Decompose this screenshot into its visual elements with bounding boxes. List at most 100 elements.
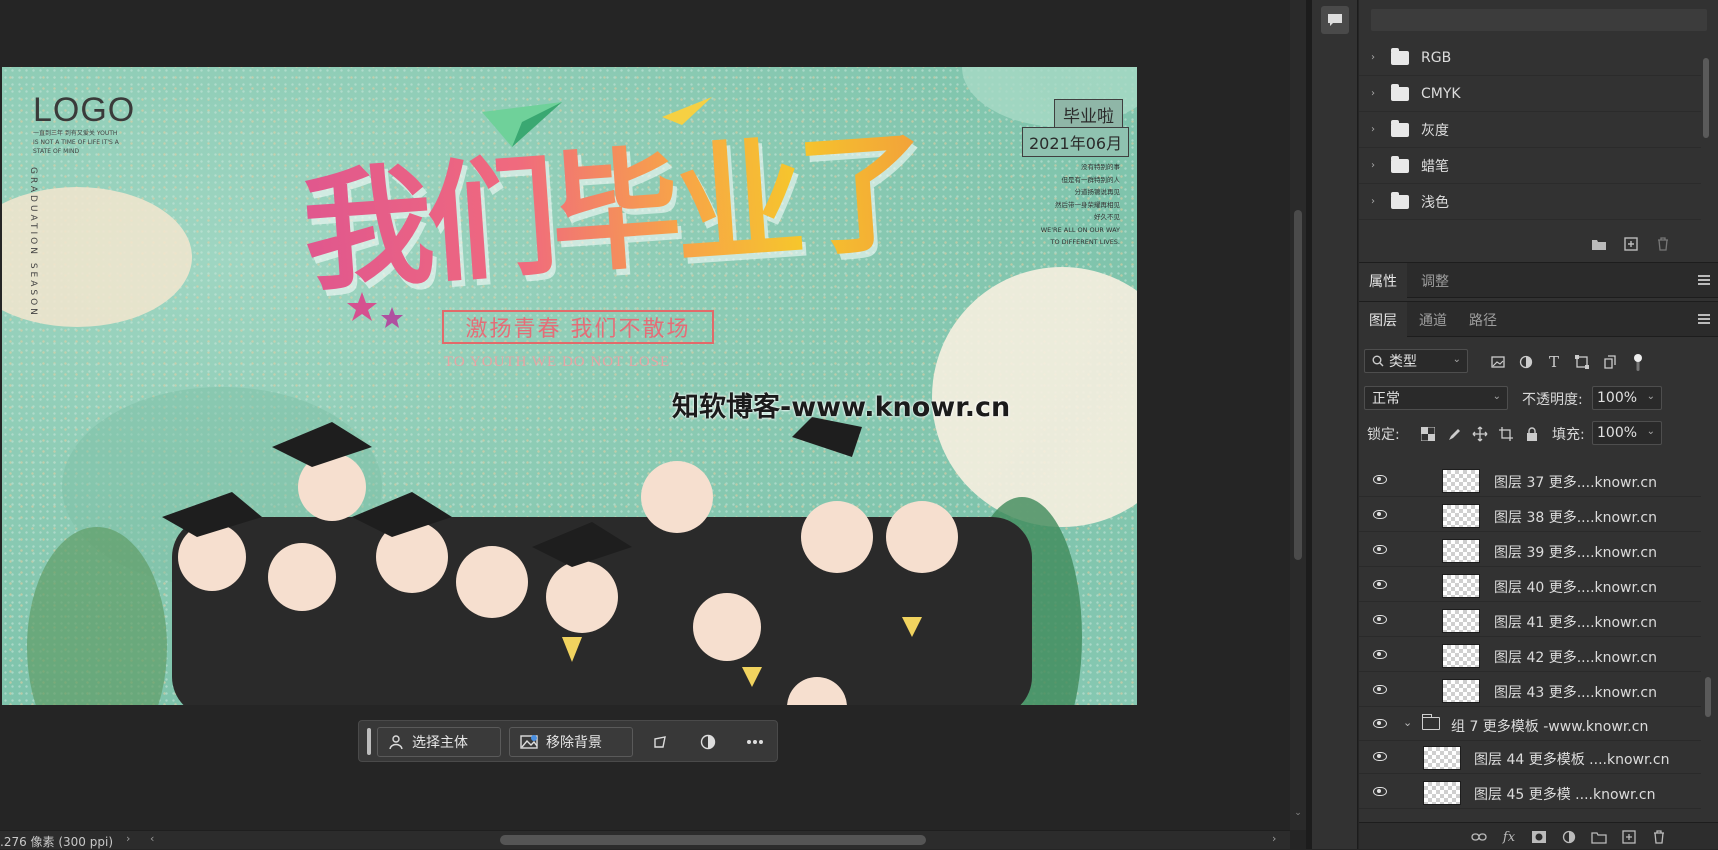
layer-row[interactable]: 图层 44 更多模板 ....knowr.cn (1359, 742, 1701, 774)
horizontal-scrollbar-thumb[interactable] (500, 835, 926, 845)
swatches-search-field[interactable] (1371, 9, 1707, 31)
chevron-right-icon[interactable]: › (1371, 196, 1379, 207)
transform-icon[interactable] (649, 731, 671, 753)
lock-all-icon[interactable] (1524, 426, 1540, 442)
panel-menu-icon[interactable] (1698, 275, 1710, 285)
visibility-eye-icon[interactable] (1373, 650, 1387, 659)
layer-row[interactable]: 图层 39 更多....knowr.cn (1359, 535, 1701, 567)
layer-row[interactable]: 图层 42 更多....knowr.cn (1359, 640, 1701, 672)
scroll-down-icon[interactable]: ⌄ (1293, 808, 1303, 818)
visibility-eye-icon[interactable] (1373, 475, 1387, 484)
layer-name[interactable]: 图层 45 更多模 ....knowr.cn (1474, 784, 1655, 804)
swatches-scrollbar[interactable] (1699, 42, 1713, 222)
tab-paths[interactable]: 路径 (1459, 302, 1507, 337)
lock-position-icon[interactable] (1472, 426, 1488, 442)
visibility-eye-icon[interactable] (1373, 685, 1387, 694)
swatch-group-cmyk[interactable]: › CMYK (1359, 76, 1701, 112)
panel-menu-icon[interactable] (1698, 314, 1710, 324)
blend-mode-dropdown[interactable]: 正常 ⌄ (1364, 386, 1508, 410)
swatch-group-crayon[interactable]: › 蜡笔 (1359, 148, 1701, 184)
document-info[interactable]: .276 像素 (300 ppi) (0, 833, 113, 850)
chevron-right-icon[interactable]: › (1371, 52, 1379, 63)
new-swatch-icon[interactable] (1623, 236, 1639, 252)
drag-handle[interactable] (367, 728, 371, 755)
remove-background-button[interactable]: 移除背景 (509, 727, 633, 757)
vertical-scrollbar-thumb[interactable] (1294, 210, 1302, 560)
remove-background-label: 移除背景 (546, 735, 602, 751)
layer-thumbnail (1442, 679, 1480, 703)
delete-icon[interactable] (1655, 236, 1671, 252)
layer-row[interactable]: 图层 43 更多....knowr.cn (1359, 675, 1701, 707)
tab-properties[interactable]: 属性 (1359, 263, 1407, 298)
type-filter-icon[interactable]: T (1546, 353, 1562, 371)
chevron-down-icon[interactable]: ⌄ (1647, 426, 1655, 437)
new-layer-icon[interactable] (1621, 829, 1637, 845)
new-group-icon[interactable] (1591, 829, 1607, 845)
layer-filter-dropdown[interactable]: 类型 ⌄ (1364, 349, 1468, 373)
layer-row[interactable]: 图层 37 更多....knowr.cn (1359, 465, 1701, 497)
link-layers-icon[interactable] (1471, 829, 1487, 845)
logo-text: LOGO (33, 91, 136, 129)
fill-field[interactable]: 100% ⌄ (1592, 421, 1662, 445)
smart-object-filter-icon[interactable] (1602, 354, 1618, 370)
adjustment-icon[interactable] (697, 731, 719, 753)
layer-row[interactable]: 图层 38 更多....knowr.cn (1359, 500, 1701, 532)
more-options-icon[interactable] (744, 731, 766, 753)
new-folder-icon[interactable] (1591, 236, 1607, 252)
swatch-group-rgb[interactable]: › RGB (1359, 40, 1701, 76)
select-subject-button[interactable]: 选择主体 (377, 727, 501, 757)
lock-transparent-icon[interactable] (1420, 426, 1436, 442)
swatches-scrollbar-thumb[interactable] (1703, 58, 1709, 138)
layer-row[interactable]: 图层 40 更多....knowr.cn (1359, 570, 1701, 602)
layer-row[interactable]: 图层 45 更多模 ....knowr.cn (1359, 777, 1701, 809)
layer-group-row[interactable]: ⌄ 组 7 更多模板 -www.knowr.cn (1359, 709, 1701, 741)
group-name[interactable]: 组 7 更多模板 -www.knowr.cn (1451, 716, 1648, 736)
layer-name[interactable]: 图层 42 更多....knowr.cn (1494, 647, 1657, 667)
visibility-eye-icon[interactable] (1373, 752, 1387, 761)
layer-style-icon[interactable]: fx (1501, 829, 1517, 845)
add-mask-icon[interactable] (1531, 829, 1547, 845)
opacity-field[interactable]: 100% ⌄ (1592, 386, 1662, 410)
document-canvas[interactable]: LOGO 一直到三年 到有又爱关 YOUTH IS NOT A TIME OF … (2, 67, 1137, 705)
pixel-filter-icon[interactable] (1490, 354, 1506, 370)
adjustment-filter-icon[interactable] (1518, 354, 1534, 370)
lock-pixels-icon[interactable] (1446, 426, 1462, 442)
layer-name[interactable]: 图层 39 更多....knowr.cn (1494, 542, 1657, 562)
vertical-scrollbar[interactable]: ⌄ (1290, 0, 1306, 830)
tab-layers[interactable]: 图层 (1359, 302, 1407, 337)
shape-filter-icon[interactable] (1574, 354, 1590, 370)
comment-icon[interactable] (1321, 6, 1349, 34)
status-menu-arrow-icon[interactable]: › (126, 832, 130, 845)
visibility-eye-icon[interactable] (1373, 580, 1387, 589)
visibility-eye-icon[interactable] (1373, 510, 1387, 519)
visibility-eye-icon[interactable] (1373, 615, 1387, 624)
tab-channels[interactable]: 通道 (1409, 302, 1457, 337)
layer-name[interactable]: 图层 44 更多模板 ....knowr.cn (1474, 749, 1669, 769)
layer-name[interactable]: 图层 40 更多....knowr.cn (1494, 577, 1657, 597)
layers-scrollbar[interactable] (1701, 462, 1715, 812)
scroll-right-icon[interactable]: › (1272, 832, 1276, 845)
scroll-left-icon[interactable]: ‹ (150, 832, 154, 845)
layers-scrollbar-thumb[interactable] (1705, 677, 1711, 717)
swatch-group-light[interactable]: › 浅色 (1359, 184, 1701, 220)
lock-artboard-icon[interactable] (1498, 426, 1514, 442)
swatch-group-grayscale[interactable]: › 灰度 (1359, 112, 1701, 148)
chevron-down-icon[interactable]: ⌄ (1647, 391, 1655, 402)
visibility-eye-icon[interactable] (1373, 545, 1387, 554)
layer-name[interactable]: 图层 41 更多....knowr.cn (1494, 612, 1657, 632)
visibility-eye-icon[interactable] (1373, 787, 1387, 796)
chevron-right-icon[interactable]: › (1371, 160, 1379, 171)
layer-row[interactable]: 图层 41 更多....knowr.cn (1359, 605, 1701, 637)
document-workspace[interactable]: LOGO 一直到三年 到有又爱关 YOUTH IS NOT A TIME OF … (0, 0, 1290, 849)
visibility-eye-icon[interactable] (1373, 719, 1387, 728)
layer-name[interactable]: 图层 43 更多....knowr.cn (1494, 682, 1657, 702)
chevron-down-icon[interactable]: ⌄ (1403, 716, 1412, 729)
layer-name[interactable]: 图层 37 更多....knowr.cn (1494, 472, 1657, 492)
chevron-right-icon[interactable]: › (1371, 124, 1379, 135)
tab-adjustments[interactable]: 调整 (1411, 263, 1459, 298)
layer-name[interactable]: 图层 38 更多....knowr.cn (1494, 507, 1657, 527)
new-adjustment-layer-icon[interactable] (1561, 829, 1577, 845)
chevron-right-icon[interactable]: › (1371, 88, 1379, 99)
filter-toggle-icon[interactable] (1630, 354, 1646, 371)
delete-layer-icon[interactable] (1651, 829, 1667, 845)
